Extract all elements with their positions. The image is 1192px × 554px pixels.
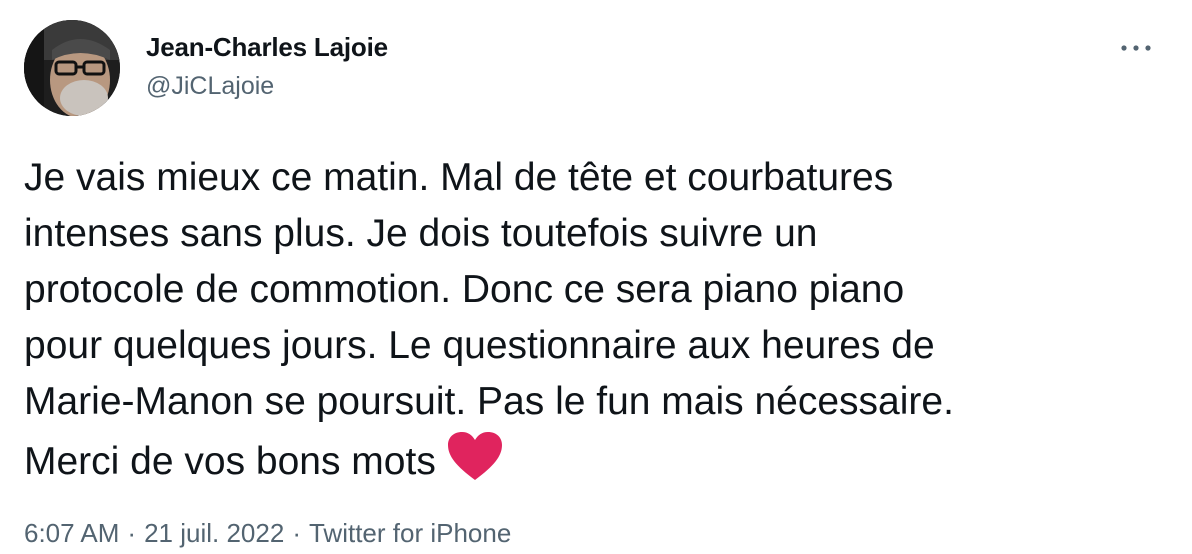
author-handle[interactable]: @JiCLajoie: [146, 72, 274, 101]
avatar[interactable]: [24, 20, 120, 116]
more-options-button[interactable]: [1116, 36, 1156, 60]
tweet-text-line: Merci de vos bons mots: [24, 440, 436, 483]
tweet-time-link[interactable]: 6:07 AM: [24, 518, 119, 548]
tweet-source-link[interactable]: Twitter for iPhone: [309, 518, 511, 548]
author-display-name[interactable]: Jean-Charles Lajoie: [146, 32, 388, 63]
tweet-text-last-line: Merci de vos bons mots: [24, 430, 1164, 498]
tweet-date-link[interactable]: 21 juil. 2022: [144, 518, 284, 548]
tweet-text-line: protocole de commotion. Donc ce sera pia…: [24, 268, 905, 311]
meta-separator: ·: [292, 518, 301, 548]
tweet-meta: 6:07 AM · 21 juil. 2022 · Twitter for iPhone: [24, 518, 511, 549]
meta-separator: ·: [127, 518, 137, 548]
tweet-text-line: pour quelques jours. Le questionnaire au…: [24, 324, 935, 367]
tweet-card: Jean-Charles Lajoie @JiCLajoie Je vais m…: [0, 0, 1192, 554]
heart-emoji-icon: [446, 430, 504, 498]
tweet-text-line: Je vais mieux ce matin. Mal de tête et c…: [24, 156, 894, 199]
profile-photo: [24, 20, 120, 116]
tweet-text-line: Marie-Manon se poursuit. Pas le fun mais…: [24, 380, 954, 423]
tweet-text-line: intenses sans plus. Je dois toutefois su…: [24, 212, 818, 255]
more-horizontal-icon: [1121, 45, 1151, 51]
tweet-text: Je vais mieux ce matin. Mal de tête et c…: [24, 150, 1164, 498]
